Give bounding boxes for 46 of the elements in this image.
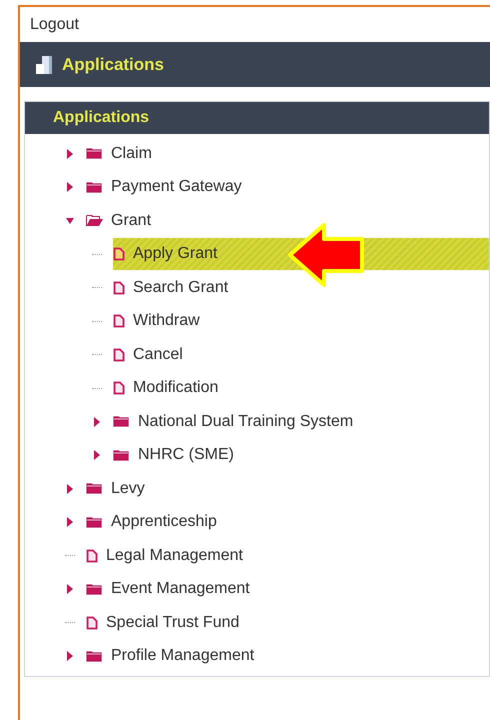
document-icon [113, 280, 125, 295]
document-icon [86, 616, 98, 630]
folder-icon [113, 448, 130, 462]
tree-item[interactable]: National Dual Training System [113, 406, 362, 438]
folder-icon [86, 482, 103, 496]
tree-item[interactable]: Legal Management [86, 540, 251, 572]
document-icon [86, 548, 98, 563]
tree-item[interactable]: Event Management [86, 573, 258, 606]
document-icon [113, 314, 125, 328]
caret-right-icon[interactable] [66, 148, 74, 159]
tree-item[interactable]: Levy [86, 472, 153, 505]
tree-item[interactable]: Withdraw [113, 305, 208, 338]
tree-item[interactable]: NHRC (SME) [113, 439, 242, 472]
callout-arrow-icon [287, 222, 365, 288]
folder-icon [113, 415, 130, 428]
caret-right-icon[interactable] [93, 450, 101, 460]
document-icon [113, 247, 125, 262]
folder-icon [86, 516, 103, 529]
folder-icon [86, 650, 103, 663]
tree-item[interactable]: Special Trust Fund [86, 606, 248, 639]
caret-right-icon[interactable] [66, 182, 74, 192]
panel-title: Applications [53, 108, 150, 128]
folder-icon [86, 147, 103, 160]
document-icon [113, 381, 125, 396]
caret-right-icon[interactable] [66, 584, 74, 594]
tree-item[interactable]: Apply Grant [113, 238, 226, 270]
tree-item[interactable]: Apprenticeship [86, 506, 225, 538]
header-title: Applications [62, 54, 164, 76]
tree-item[interactable]: Modification [113, 372, 226, 404]
caret-right-icon[interactable] [66, 517, 74, 528]
caret-right-icon[interactable] [93, 416, 101, 427]
tree-item[interactable]: Grant [86, 204, 160, 237]
caret-right-icon[interactable] [66, 484, 74, 494]
tree-item[interactable]: Claim [86, 138, 160, 170]
tree-item[interactable]: Profile Management [86, 640, 262, 672]
logout-link[interactable]: Logout [30, 12, 79, 36]
folder-icon [86, 582, 103, 596]
document-icon [113, 348, 125, 362]
folder-icon [86, 180, 103, 194]
caret-right-icon[interactable] [66, 651, 74, 662]
tree-item[interactable]: Search Grant [113, 272, 236, 304]
open-folder-icon [86, 214, 103, 228]
caret-down-icon[interactable] [66, 216, 74, 226]
building-icon [34, 54, 54, 74]
tree-item[interactable]: Cancel [113, 338, 191, 371]
tree-item[interactable]: Payment Gateway [86, 171, 250, 204]
